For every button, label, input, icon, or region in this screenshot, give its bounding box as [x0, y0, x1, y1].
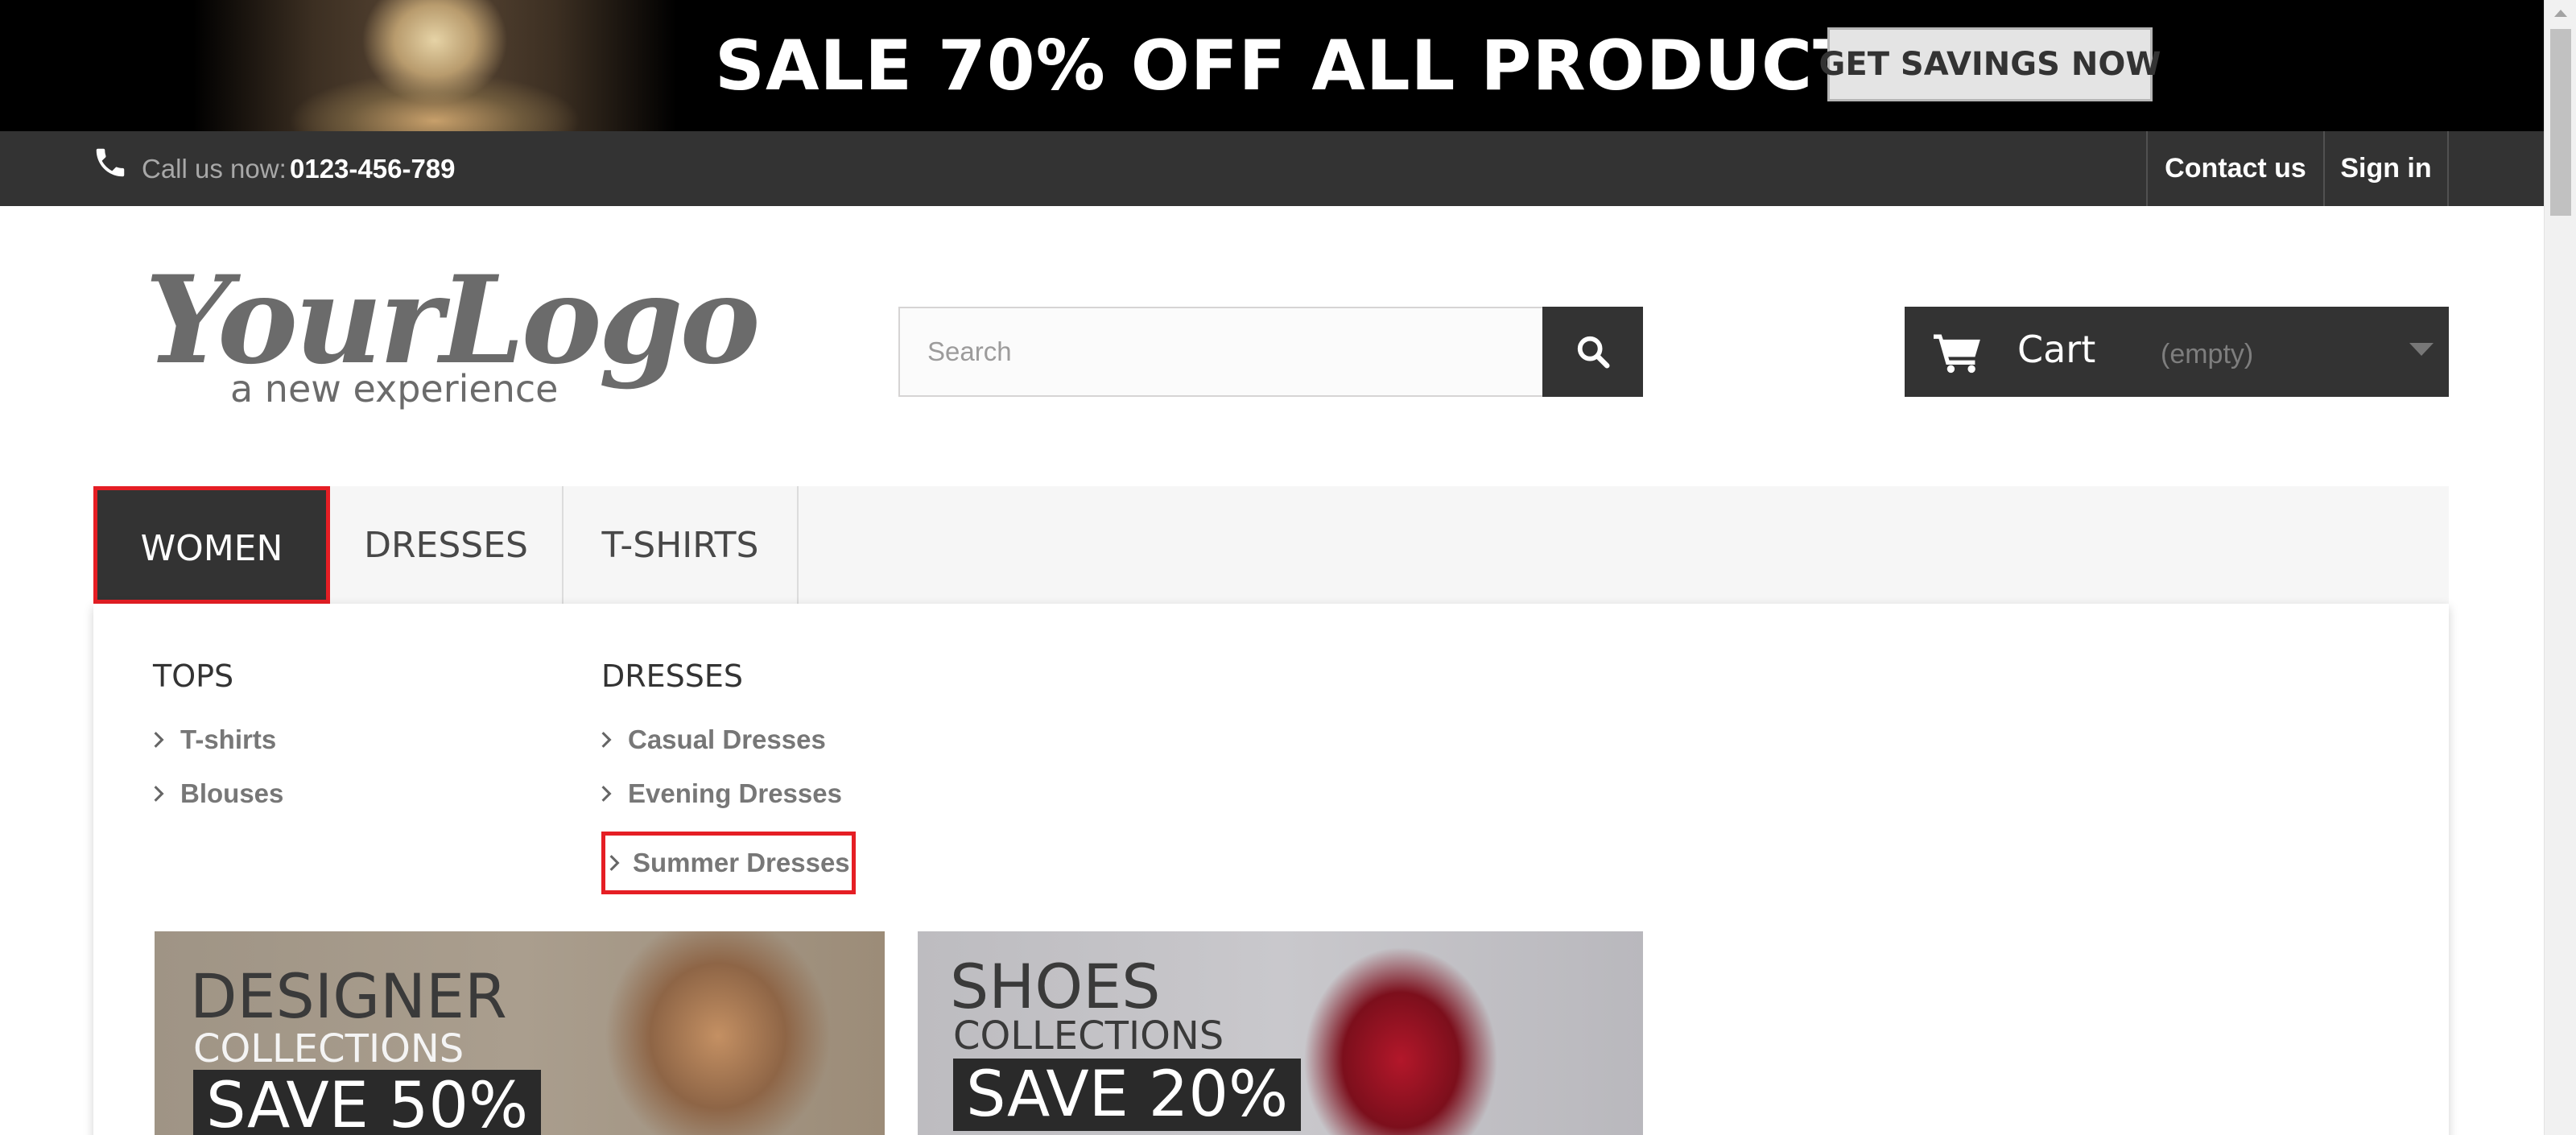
promo-banner[interactable]: SALE 70% OFF ALL PRODUCTS GET SAVINGS NO…: [0, 0, 2544, 131]
search-button[interactable]: [1542, 307, 1643, 397]
cart-button[interactable]: Cart (empty): [1905, 307, 2449, 397]
submenu-link-blouses[interactable]: Blouses: [150, 778, 283, 809]
chevron-right-icon: [601, 786, 612, 802]
submenu-link-evening-dresses[interactable]: Evening Dresses: [597, 778, 842, 809]
get-savings-button[interactable]: GET SAVINGS NOW: [1819, 27, 2161, 101]
sign-in-link[interactable]: Sign in: [2323, 131, 2449, 206]
submenu-link-casual-dresses[interactable]: Casual Dresses: [597, 724, 826, 755]
phone-number: 0123-456-789: [290, 154, 456, 184]
chevron-right-icon: [154, 786, 164, 802]
submenu-label: Evening Dresses: [628, 778, 842, 808]
scroll-up-arrow-icon[interactable]: [2554, 10, 2567, 17]
caret-down-icon[interactable]: [2409, 343, 2434, 356]
promo-save-badge: SAVE 50%: [193, 1070, 542, 1135]
dresses-heading[interactable]: DRESSES: [601, 658, 743, 694]
submenu-label: Summer Dresses: [633, 848, 850, 877]
chevron-right-icon: [154, 732, 164, 748]
menu-tab-tshirts[interactable]: T-SHIRTS: [564, 486, 799, 604]
submenu-link-tshirts[interactable]: T-shirts: [150, 724, 276, 755]
contact-us-link[interactable]: Contact us: [2146, 131, 2323, 206]
promo-title: DESIGNER: [190, 960, 507, 1032]
promo-title: SHOES: [950, 951, 1161, 1022]
banner-model-image: [193, 0, 676, 131]
chevron-right-icon: [601, 732, 612, 748]
cart-icon: [1934, 334, 1980, 374]
phone-icon: [96, 148, 125, 177]
cart-label: Cart: [2017, 328, 2096, 371]
search-icon: [1577, 336, 1610, 369]
scroll-thumb[interactable]: [2550, 29, 2571, 216]
banner-headline: SALE 70% OFF ALL PRODUCTS: [715, 26, 1912, 106]
call-us-label: Call us now:: [142, 154, 287, 184]
submenu-link-summer-dresses[interactable]: Summer Dresses: [601, 832, 856, 894]
cart-status: (empty): [2161, 339, 2254, 369]
submenu-label: Blouses: [180, 778, 284, 808]
top-bar: Call us now: 0123-456-789 Contact us Sig…: [0, 131, 2544, 206]
promo-subtitle: COLLECTIONS: [193, 1026, 464, 1071]
chevron-right-icon: [609, 855, 620, 871]
menu-tab-women[interactable]: WOMEN: [93, 486, 330, 604]
page-scrollbar[interactable]: [2544, 0, 2576, 1135]
menu-tab-dresses[interactable]: DRESSES: [330, 486, 564, 604]
tops-heading[interactable]: TOPS: [153, 658, 233, 694]
search-input[interactable]: [898, 307, 1544, 397]
main-menu: WOMEN DRESSES T-SHIRTS: [93, 486, 2449, 604]
promo-subtitle: COLLECTIONS: [953, 1013, 1224, 1059]
designer-collection-banner[interactable]: DESIGNER COLLECTIONS SAVE 50%: [155, 931, 885, 1135]
shoes-collection-banner[interactable]: SHOES COLLECTIONS SAVE 20%: [918, 931, 1643, 1135]
site-logo[interactable]: YourLogo a new experience: [145, 250, 761, 419]
promo-save-badge: SAVE 20%: [953, 1059, 1302, 1131]
submenu-label: Casual Dresses: [628, 724, 826, 754]
submenu-label: T-shirts: [180, 724, 277, 754]
logo-tagline: a new experience: [230, 367, 559, 411]
